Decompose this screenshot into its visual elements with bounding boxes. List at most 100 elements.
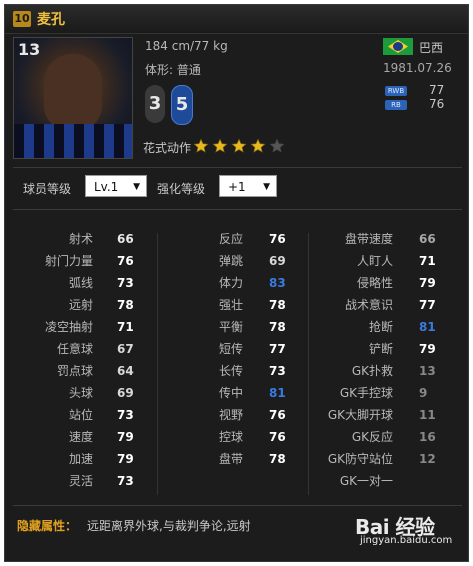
stat-value: 64 (117, 364, 134, 378)
position-badge-rb: RB (385, 100, 407, 110)
stat-label: 长传 (218, 364, 243, 378)
position-rating-rwb: 77 (429, 83, 445, 97)
filled-star-icon (193, 138, 209, 153)
stat-label: 盘带速度 (344, 232, 393, 246)
body-type: 体形: 普通 (145, 63, 201, 77)
brazil-flag-icon (383, 38, 413, 55)
stat-value: 81 (269, 386, 286, 400)
stat-label: 体力 (218, 276, 243, 290)
stat-value: 79 (117, 452, 134, 466)
hidden-attributes-label: 隐藏属性： (17, 519, 78, 533)
stat-value: 78 (269, 320, 286, 334)
enhance-level-label: 强化等级 (157, 182, 206, 196)
stat-value: 67 (117, 342, 134, 356)
stat-value: 76 (269, 232, 286, 246)
filled-star-icon (212, 138, 228, 153)
stat-label: 任意球 (56, 342, 93, 356)
divider-top (13, 167, 462, 168)
stat-value: 71 (117, 320, 134, 334)
stat-value: 78 (269, 298, 286, 312)
stat-value: 83 (269, 276, 286, 290)
stat-label: 侵略性 (356, 276, 393, 290)
portrait-shirt (14, 124, 132, 158)
jersey-number: 13 (18, 40, 41, 59)
column-separator (157, 233, 158, 495)
stat-value: 13 (419, 364, 436, 378)
stat-label: GK防守站位 (327, 452, 393, 466)
birth-date: 1981.07.26 (383, 61, 452, 75)
stat-label: 铲断 (368, 342, 393, 356)
stat-value: 73 (117, 276, 134, 290)
player-level-label: 球员等级 (23, 182, 72, 196)
portrait-head (44, 54, 102, 130)
stat-label: GK大脚开球 (327, 408, 393, 422)
stat-value: 69 (117, 386, 134, 400)
stat-label: 速度 (68, 430, 93, 444)
stat-label: 控球 (218, 430, 243, 444)
weak-foot-badge: 3 (145, 85, 165, 123)
stat-value: 76 (117, 254, 134, 268)
enhance-level-value: +1 (228, 180, 246, 194)
strong-foot-badge: 5 (171, 85, 193, 125)
height-weight: 184 cm/77 kg (145, 39, 228, 53)
empty-star-icon (269, 138, 285, 153)
stat-label: 盘带 (218, 452, 243, 466)
stat-label: 远射 (68, 298, 93, 312)
stat-value: 79 (419, 342, 436, 356)
chevron-down-icon: ▼ (133, 182, 140, 192)
player-card: 10 麦孔 13 184 cm/77 kg 体形: 普通 3 5 巴西 1981… (4, 4, 469, 562)
stat-label: 短传 (218, 342, 243, 356)
stat-label: 加速 (68, 452, 93, 466)
stat-value: 16 (419, 430, 436, 444)
divider-mid (13, 209, 462, 210)
stat-value: 76 (269, 408, 286, 422)
filled-star-icon (231, 138, 247, 153)
stat-value: 66 (419, 232, 436, 246)
stat-label: 罚点球 (56, 364, 93, 378)
stat-label: 弧线 (68, 276, 93, 290)
stat-label: 射术 (68, 232, 93, 246)
stat-label: 凌空抽射 (44, 320, 93, 334)
stat-label: GK扑救 (351, 364, 393, 378)
stat-label: 站位 (68, 408, 93, 422)
player-level-value: Lv.1 (94, 180, 119, 194)
filled-star-icon (250, 138, 266, 153)
stat-label: 射门力量 (44, 254, 93, 268)
stat-label: 平衡 (218, 320, 243, 334)
enhance-level-select[interactable]: +1 ▼ (219, 175, 277, 197)
season-badge: 10 (13, 11, 31, 27)
stat-value: 79 (117, 430, 134, 444)
player-name: 麦孔 (37, 12, 65, 28)
stat-value: 73 (269, 364, 286, 378)
stat-label: 视野 (218, 408, 243, 422)
position-badge-rwb: RWB (385, 86, 407, 96)
nationality: 巴西 (419, 41, 444, 55)
stat-value: 78 (269, 452, 286, 466)
stat-label: 战术意识 (344, 298, 393, 312)
player-portrait: 13 (13, 37, 133, 159)
title-bar: 10 麦孔 (5, 5, 468, 34)
stat-value: 71 (419, 254, 436, 268)
hidden-attributes-value: 远距离界外球,与裁判争论,远射 (87, 519, 251, 533)
stat-label: GK反应 (351, 430, 393, 444)
chevron-down-icon: ▼ (263, 182, 270, 192)
stat-label: GK手控球 (339, 386, 393, 400)
stat-value: 81 (419, 320, 436, 334)
stat-value: 69 (269, 254, 286, 268)
player-level-select[interactable]: Lv.1 ▼ (85, 175, 147, 197)
stat-value: 9 (419, 386, 428, 400)
skill-stars (193, 138, 288, 158)
stat-label: 抢断 (368, 320, 393, 334)
stat-value: 79 (419, 276, 436, 290)
stat-value: 11 (419, 408, 436, 422)
stat-value: 12 (419, 452, 436, 466)
stat-value: 76 (269, 430, 286, 444)
stat-value: 73 (117, 474, 134, 488)
stat-label: 反应 (218, 232, 243, 246)
stat-label: 传中 (218, 386, 243, 400)
position-rating-rb: 76 (429, 97, 445, 111)
stat-label: 强壮 (218, 298, 243, 312)
stat-value: 66 (117, 232, 134, 246)
skill-moves-label: 花式动作 (143, 141, 192, 155)
column-separator (308, 233, 309, 495)
